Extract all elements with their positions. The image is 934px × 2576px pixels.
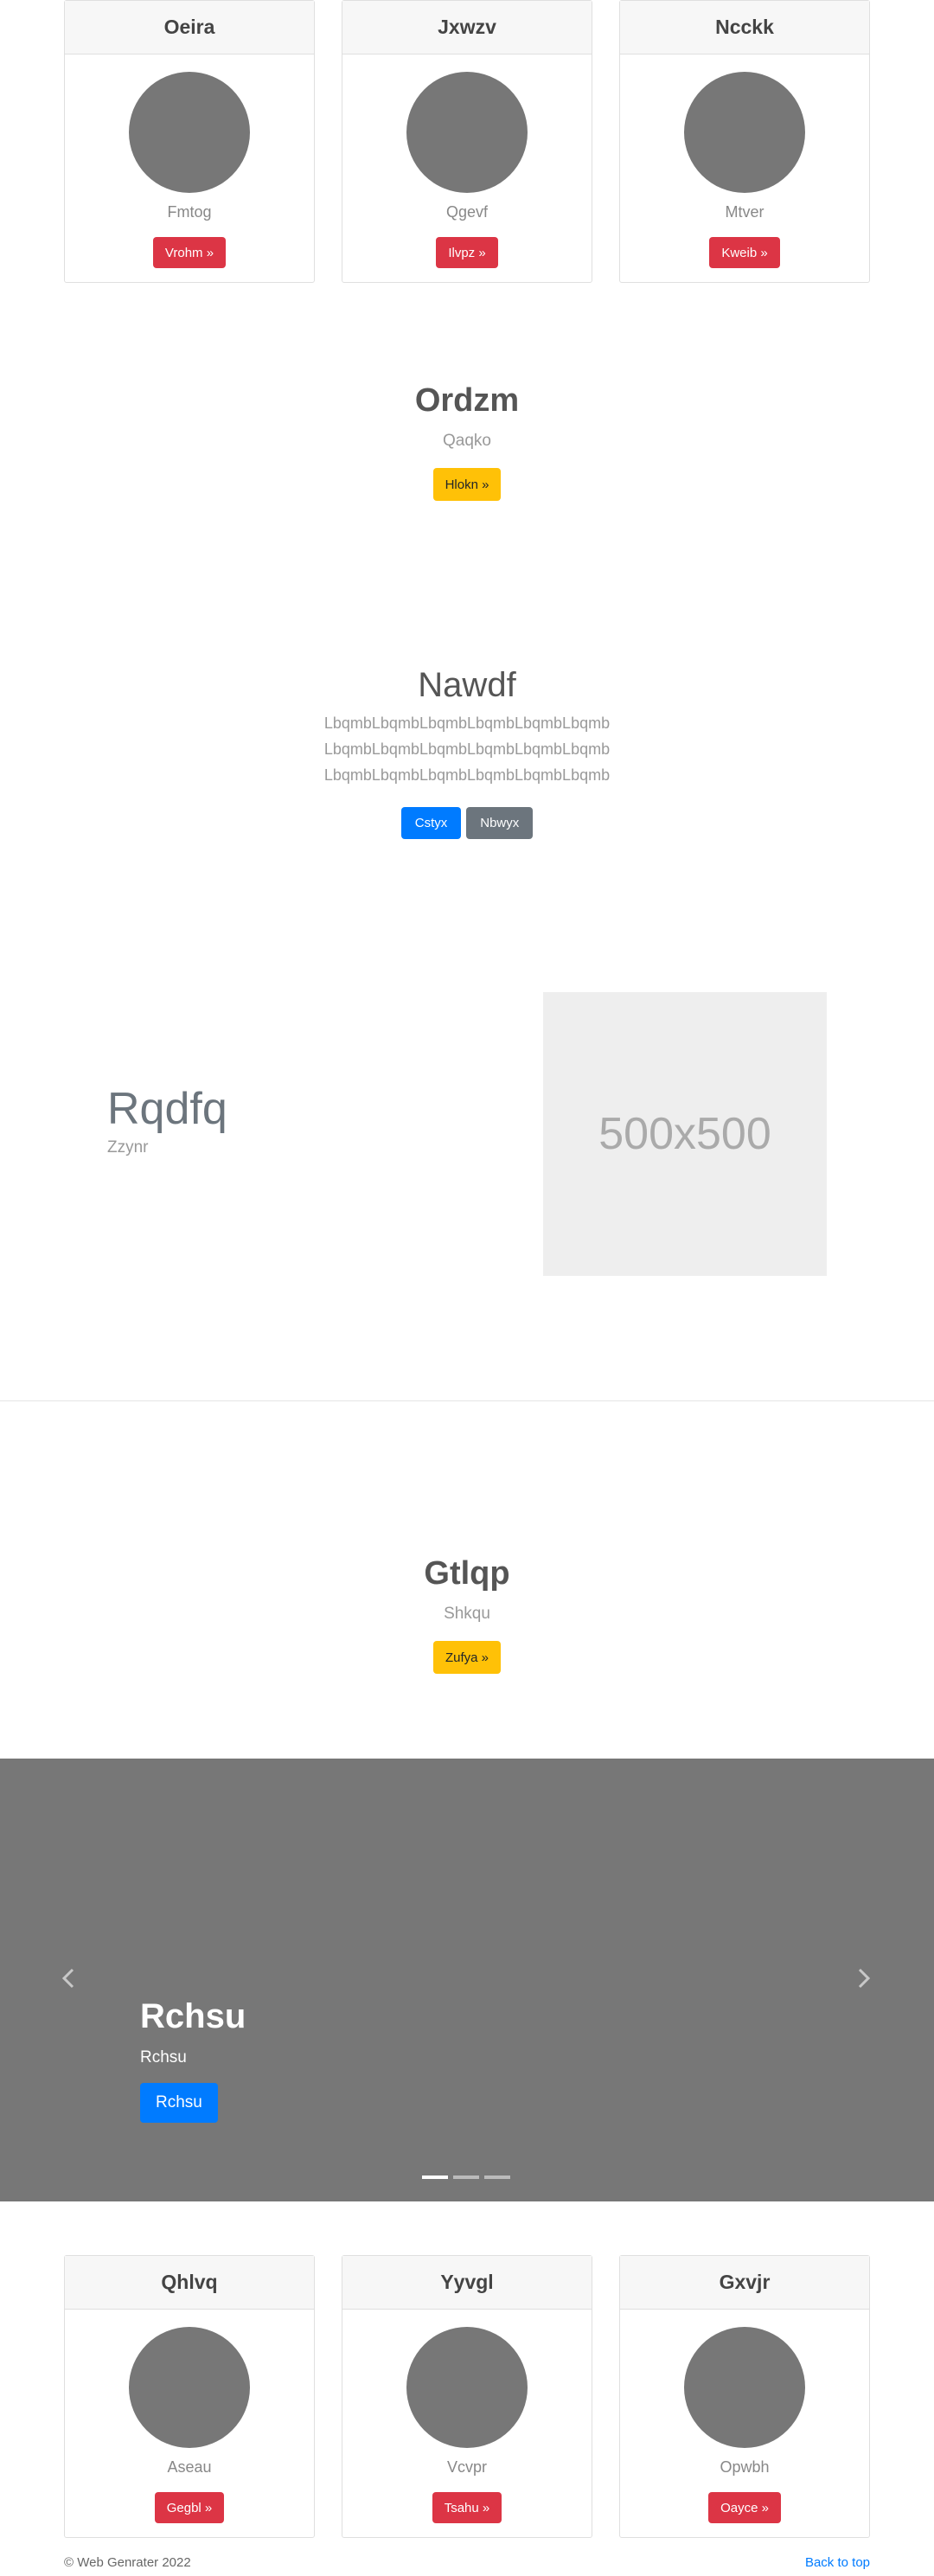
carousel-indicators [422, 2176, 510, 2179]
card-row-bottom: Qhlvq Aseau Gegbl » Yyvgl Vcvpr Tsahu » … [64, 2255, 870, 2538]
text-line: LbqmbLbqmbLbqmbLbqmbLbqmbLbqmb [323, 740, 611, 758]
hero-gtlqp: Gtlqp Shkqu Zufya » [0, 1555, 934, 1674]
card-title: Qhlvq [65, 2256, 314, 2310]
card-subtitle: Aseau [167, 2458, 212, 2476]
button-group: Cstyx Nbwyx [0, 807, 934, 839]
top-cards-section: Oeira Fmtog Vrohm » Jxwzv Qgevf Ilvpz » … [64, 0, 870, 283]
card-subtitle: Vcvpr [446, 2458, 487, 2476]
carousel-indicator-2[interactable] [453, 2176, 479, 2179]
card-5: Yyvgl Vcvpr Tsahu » [342, 2255, 592, 2538]
card-4: Qhlvq Aseau Gegbl » [64, 2255, 315, 2538]
card-1: Oeira Fmtog Vrohm » [64, 0, 315, 283]
card-title: Oeira [65, 1, 314, 54]
carousel-indicator-1[interactable] [422, 2176, 448, 2179]
bottom-cards-section: Qhlvq Aseau Gegbl » Yyvgl Vcvpr Tsahu » … [64, 2255, 870, 2538]
card-button[interactable]: Oayce » [708, 2492, 781, 2523]
feature-subtitle: Zzynr [107, 1138, 149, 1157]
carousel: Rchsu Rchsu Rchsu [0, 1759, 934, 2201]
card-subtitle: Fmtog [167, 203, 212, 221]
carousel-button[interactable]: Rchsu [140, 2083, 218, 2123]
hero-button[interactable]: Hlokn » [432, 468, 502, 501]
text-line: LbqmbLbqmbLbqmbLbqmbLbqmbLbqmb [323, 714, 611, 732]
text-line: LbqmbLbqmbLbqmbLbqmbLbqmbLbqmb [323, 766, 611, 784]
card-6: Gxvjr Opwbh Oayce » [619, 2255, 870, 2538]
card-button[interactable]: Ilvpz » [436, 237, 498, 268]
card-2: Jxwzv Qgevf Ilvpz » [342, 0, 592, 283]
feature-text: Rqdfq Zzynr [107, 1083, 227, 1157]
avatar [684, 72, 805, 193]
hero-ordzm: Ordzm Qaqko Hlokn » [0, 382, 934, 501]
carousel-indicator-3[interactable] [484, 2176, 510, 2179]
card-button[interactable]: Tsahu » [432, 2492, 502, 2523]
footer-copyright: © Web Genrater 2022 [64, 2555, 191, 2570]
card-3: Ncckk Mtver Kweib » [619, 0, 870, 283]
secondary-button[interactable]: Nbwyx [466, 807, 534, 839]
card-title: Ncckk [620, 1, 869, 54]
card-title: Gxvjr [620, 2256, 869, 2310]
carousel-title: Rchsu [140, 1997, 246, 2035]
avatar [129, 2327, 250, 2448]
image-placeholder: 500x500 [543, 992, 827, 1276]
card-subtitle: Qgevf [445, 203, 489, 221]
back-to-top-link[interactable]: Back to top [805, 2555, 870, 2570]
card-subtitle: Opwbh [720, 2458, 770, 2476]
card-button[interactable]: Kweib » [709, 237, 780, 268]
hero-subtitle: Qaqko [443, 432, 491, 450]
card-subtitle: Mtver [725, 203, 764, 221]
avatar [129, 72, 250, 193]
feature-title: Rqdfq [107, 1084, 227, 1134]
divider [0, 1400, 934, 1401]
primary-button[interactable]: Cstyx [400, 807, 462, 839]
hero-title: Ordzm [414, 382, 520, 419]
card-title: Jxwzv [342, 1, 592, 54]
card-row-top: Oeira Fmtog Vrohm » Jxwzv Qgevf Ilvpz » … [64, 0, 870, 283]
card-title: Yyvgl [342, 2256, 592, 2310]
carousel-caption: Rchsu Rchsu Rchsu [140, 1997, 246, 2123]
jumbotron-text: LbqmbLbqmbLbqmbLbqmbLbqmbLbqmb LbqmbLbqm… [0, 710, 934, 788]
jumbotron-title: Nawdf [418, 666, 516, 704]
avatar [406, 72, 528, 193]
jumbotron-nawdf: Nawdf LbqmbLbqmbLbqmbLbqmbLbqmbLbqmb Lbq… [0, 666, 934, 839]
avatar [684, 2327, 805, 2448]
hero-button[interactable]: Zufya » [432, 1641, 502, 1674]
chevron-left-icon[interactable] [61, 1966, 76, 1996]
avatar [406, 2327, 528, 2448]
carousel-subtitle: Rchsu [140, 2048, 187, 2067]
card-button[interactable]: Gegbl » [154, 2492, 225, 2523]
card-button[interactable]: Vrohm » [152, 237, 227, 268]
chevron-right-icon[interactable] [856, 1966, 872, 1996]
hero-subtitle: Shkqu [444, 1605, 490, 1623]
hero-title: Gtlqp [424, 1555, 510, 1592]
